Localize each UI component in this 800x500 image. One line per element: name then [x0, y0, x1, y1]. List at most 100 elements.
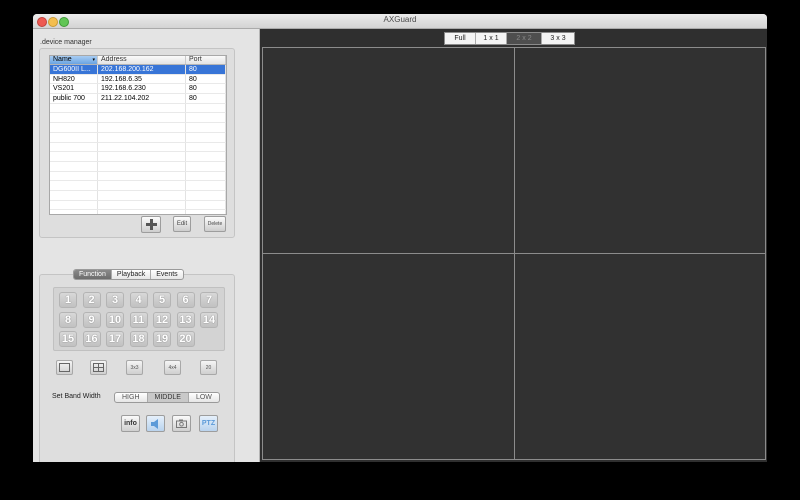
empty-cell: [186, 103, 226, 113]
empty-cell: [50, 181, 98, 190]
channel-button-20[interactable]: 20: [176, 331, 195, 347]
video-pane[interactable]: [262, 47, 515, 254]
empty-cell: [98, 161, 186, 171]
layout-button-3x3[interactable]: 3x3: [126, 360, 143, 375]
channel-button-10[interactable]: 10: [106, 311, 124, 328]
empty-row: [50, 161, 226, 172]
empty-cell: [50, 190, 98, 200]
view-mode-3x3[interactable]: 3 x 3: [542, 33, 574, 44]
empty-row: [50, 113, 226, 124]
layout-button-2x2[interactable]: [90, 360, 107, 375]
delete-device-button[interactable]: Delete: [204, 216, 226, 232]
tab-function[interactable]: Function: [74, 270, 112, 279]
channel-button-7[interactable]: 7: [200, 292, 218, 308]
empty-cell: [50, 123, 98, 132]
device-row[interactable]: NH820 192.168.6.35 80: [50, 74, 226, 85]
layout-button-4x4[interactable]: 4x4: [164, 360, 181, 375]
empty-cell: [98, 181, 186, 190]
column-header-name[interactable]: Name ▾: [50, 56, 98, 64]
tab-events[interactable]: Events: [151, 270, 182, 279]
view-mode-full[interactable]: Full: [445, 33, 476, 44]
empty-cell: [186, 210, 226, 214]
channel-button-15[interactable]: 15: [59, 331, 77, 347]
channel-button-4[interactable]: 4: [129, 292, 148, 308]
channel-button-5[interactable]: 5: [153, 292, 171, 308]
empty-cell: [98, 123, 186, 132]
device-row[interactable]: public 700 211.22.104.202 80: [50, 94, 226, 104]
band-width-low[interactable]: LOW: [189, 393, 219, 402]
view-mode-1x1[interactable]: 1 x 1: [476, 33, 507, 44]
empty-cell: [50, 132, 98, 142]
channel-button-18[interactable]: 18: [129, 331, 148, 347]
info-label: info: [124, 420, 137, 427]
empty-cell: [186, 152, 226, 161]
channel-button-13[interactable]: 13: [176, 311, 195, 328]
channel-button-11[interactable]: 11: [129, 311, 148, 328]
quad-view-icon: [93, 363, 104, 372]
channel-button-9[interactable]: 9: [82, 311, 101, 328]
channel-button-14[interactable]: 14: [200, 311, 218, 328]
ptz-button[interactable]: PTZ: [199, 415, 218, 432]
video-pane[interactable]: [514, 47, 766, 254]
device-port-cell: 80: [186, 94, 226, 103]
empty-cell: [50, 210, 98, 214]
empty-cell: [98, 171, 186, 181]
video-pane[interactable]: [514, 253, 766, 460]
device-manager-box: Name ▾ Address Port DG600II L... 202.168.2…: [39, 48, 235, 238]
edit-device-button[interactable]: Edit: [173, 216, 191, 232]
empty-cell: [186, 132, 226, 142]
column-header-port[interactable]: Port: [186, 56, 226, 64]
side-panel: .device manager Name ▾ Address Port DG600…: [33, 29, 260, 462]
snapshot-button[interactable]: [172, 415, 191, 432]
device-port-cell: 80: [186, 65, 226, 74]
layout-button-1x1[interactable]: [56, 360, 73, 375]
channel-button-12[interactable]: 12: [153, 311, 171, 328]
band-width-label: Set Band Width: [52, 393, 101, 400]
device-name-cell: NH820: [50, 74, 98, 84]
camera-icon: [176, 419, 187, 428]
video-area: Full 1 x 1 2 x 2 3 x 3: [260, 29, 767, 462]
device-row[interactable]: DG600II L... 202.168.200.162 80: [50, 65, 226, 75]
empty-cell: [98, 113, 186, 123]
view-mode-2x2[interactable]: 2 x 2: [507, 33, 542, 44]
empty-cell: [186, 181, 226, 190]
channel-button-16[interactable]: 16: [82, 331, 101, 347]
column-header-address[interactable]: Address: [98, 56, 186, 64]
empty-cell: [50, 171, 98, 181]
add-device-button[interactable]: [141, 216, 161, 233]
info-button[interactable]: info: [121, 415, 140, 432]
device-address-cell: 192.168.6.35: [98, 74, 186, 84]
channel-button-8[interactable]: 8: [59, 311, 77, 328]
device-table[interactable]: Name ▾ Address Port DG600II L... 202.168.2…: [49, 55, 227, 215]
audio-button[interactable]: [146, 415, 165, 432]
video-pane[interactable]: [262, 253, 515, 460]
channel-button-3[interactable]: 3: [106, 292, 124, 308]
empty-cell: [98, 132, 186, 142]
layout-button-20[interactable]: 20: [200, 360, 217, 375]
layout-button-label: 4x4: [168, 364, 177, 371]
empty-cell: [186, 161, 226, 171]
band-width-middle[interactable]: MIDDLE: [147, 393, 189, 402]
function-panel: Function Playback Events 1 2 3 4 5 6 7 8 9 10 11 12…: [39, 269, 235, 462]
channel-button-6[interactable]: 6: [176, 292, 195, 308]
empty-cell: [98, 152, 186, 161]
empty-row: [50, 103, 226, 114]
empty-cell: [50, 200, 98, 210]
band-width-high[interactable]: HIGH: [115, 393, 148, 402]
channel-button-2[interactable]: 2: [82, 292, 101, 308]
empty-cell: [98, 210, 186, 214]
plus-icon: [145, 219, 157, 230]
channel-grid: 1 2 3 4 5 6 7 8 9 10 11 12 13 14 15 16 17 18 19 20: [53, 287, 225, 351]
channel-button-1[interactable]: 1: [59, 292, 77, 308]
channel-button-19[interactable]: 19: [153, 331, 171, 347]
empty-cell: [98, 190, 186, 200]
empty-cell: [186, 200, 226, 210]
sort-chevron-icon: ▾: [92, 57, 95, 63]
tab-playback[interactable]: Playback: [112, 270, 152, 279]
device-address-cell: 211.22.104.202: [98, 94, 186, 103]
empty-cell: [186, 123, 226, 132]
channel-button-17[interactable]: 17: [106, 331, 124, 347]
device-address-cell: 192.168.6.230: [98, 84, 186, 94]
empty-cell: [50, 142, 98, 152]
device-row[interactable]: VS201 192.168.6.230 80: [50, 84, 226, 95]
